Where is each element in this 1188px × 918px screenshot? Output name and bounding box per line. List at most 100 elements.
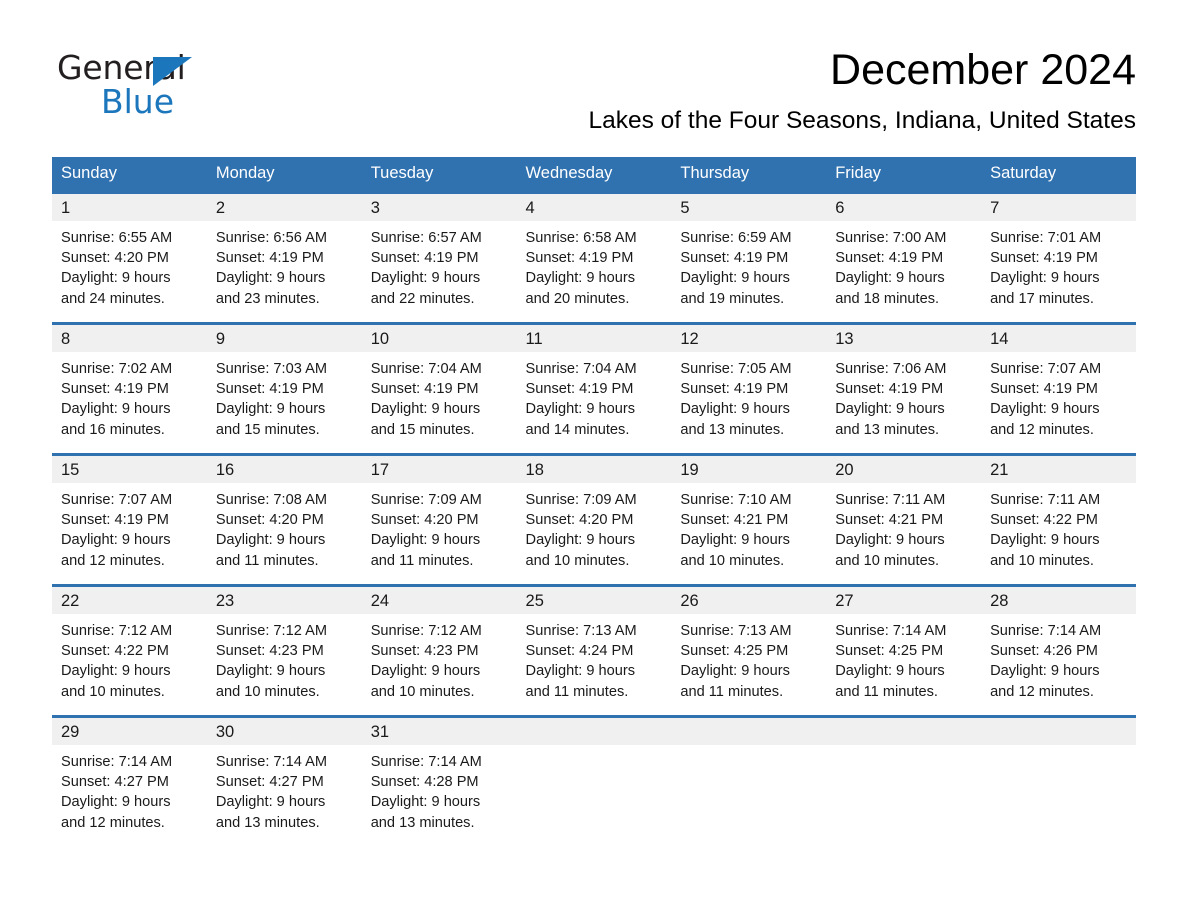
weekday-header-tuesday: Tuesday xyxy=(361,157,517,193)
calendar-cell[interactable]: 5 Sunrise: 6:59 AM Sunset: 4:19 PM Daylig… xyxy=(671,191,827,324)
calendar-page: General Blue December 2024 Lakes of the … xyxy=(0,0,1188,918)
calendar-cell[interactable]: 11 Sunrise: 7:04 AM Sunset: 4:19 PM Dayli… xyxy=(516,322,672,455)
day-number: 25 xyxy=(525,592,544,610)
day-sun-info: Sunrise: 7:14 AM Sunset: 4:27 PM Dayligh… xyxy=(215,754,327,831)
logo-line-1: General xyxy=(57,49,297,87)
day-sun-info: Sunrise: 7:09 AM Sunset: 4:20 PM Dayligh… xyxy=(370,492,482,569)
title-block: December 2024 Lakes of the Four Seasons,… xyxy=(316,44,1136,136)
calendar-cell[interactable]: 23 Sunrise: 7:12 AM Sunset: 4:23 PM Dayli… xyxy=(206,584,362,717)
calendar-cell-empty xyxy=(516,715,672,846)
calendar-cell[interactable]: 17 Sunrise: 7:09 AM Sunset: 4:20 PM Dayli… xyxy=(361,453,517,586)
calendar-week-row: 22 Sunrise: 7:12 AM Sunset: 4:22 PM Dayli… xyxy=(52,584,1136,717)
day-number: 4 xyxy=(525,199,535,217)
day-sun-info: Sunrise: 6:56 AM Sunset: 4:19 PM Dayligh… xyxy=(215,230,327,307)
day-number: 30 xyxy=(215,723,235,741)
day-number: 9 xyxy=(215,330,226,348)
calendar-cell-empty xyxy=(671,715,827,846)
calendar-cell[interactable]: 19 Sunrise: 7:10 AM Sunset: 4:21 PM Dayli… xyxy=(671,453,827,586)
calendar-cell[interactable]: 10 Sunrise: 7:04 AM Sunset: 4:19 PM Dayli… xyxy=(361,322,517,455)
day-sun-info: Sunrise: 7:11 AM Sunset: 4:22 PM Dayligh… xyxy=(990,492,1101,569)
calendar-cell[interactable]: 28 Sunrise: 7:14 AM Sunset: 4:26 PM Dayli… xyxy=(981,584,1136,717)
day-number: 15 xyxy=(61,461,80,479)
calendar-cell[interactable]: 24 Sunrise: 7:12 AM Sunset: 4:23 PM Dayli… xyxy=(361,584,517,717)
day-sun-info: Sunrise: 6:57 AM Sunset: 4:19 PM Dayligh… xyxy=(370,230,482,307)
calendar-cell[interactable]: 8 Sunrise: 7:02 AM Sunset: 4:19 PM Daylig… xyxy=(52,322,207,455)
weekday-header-wednesday: Wednesday xyxy=(516,157,672,193)
calendar-week-row: 8 Sunrise: 7:02 AM Sunset: 4:19 PM Daylig… xyxy=(52,322,1136,455)
day-number: 19 xyxy=(680,461,699,479)
logo-triangle-icon xyxy=(153,57,192,86)
calendar-cell[interactable]: 18 Sunrise: 7:09 AM Sunset: 4:20 PM Dayli… xyxy=(516,453,672,586)
page-header: General Blue December 2024 Lakes of the … xyxy=(0,0,1188,134)
day-number: 10 xyxy=(370,330,390,348)
day-sun-info: Sunrise: 7:05 AM Sunset: 4:19 PM Dayligh… xyxy=(680,361,792,438)
day-sun-info: Sunrise: 7:14 AM Sunset: 4:25 PM Dayligh… xyxy=(835,623,947,700)
day-number: 27 xyxy=(835,592,854,610)
calendar-cell[interactable]: 22 Sunrise: 7:12 AM Sunset: 4:22 PM Dayli… xyxy=(52,584,207,717)
weekday-header-sunday: Sunday xyxy=(52,157,207,193)
calendar-cell[interactable]: 26 Sunrise: 7:13 AM Sunset: 4:25 PM Dayli… xyxy=(671,584,827,717)
calendar-cell[interactable]: 25 Sunrise: 7:13 AM Sunset: 4:24 PM Dayli… xyxy=(516,584,672,717)
calendar-cell[interactable]: 21 Sunrise: 7:11 AM Sunset: 4:22 PM Dayli… xyxy=(981,453,1136,586)
day-number: 17 xyxy=(370,461,390,479)
calendar-cell[interactable]: 2 Sunrise: 6:56 AM Sunset: 4:19 PM Daylig… xyxy=(206,191,362,324)
day-number: 29 xyxy=(61,723,80,741)
calendar-cell[interactable]: 7 Sunrise: 7:01 AM Sunset: 4:19 PM Daylig… xyxy=(981,191,1136,324)
day-sun-info: Sunrise: 7:06 AM Sunset: 4:19 PM Dayligh… xyxy=(835,361,947,438)
calendar-cell[interactable]: 12 Sunrise: 7:05 AM Sunset: 4:19 PM Dayli… xyxy=(671,322,827,455)
day-number: 18 xyxy=(525,461,544,479)
calendar-cell-empty xyxy=(826,715,982,846)
day-number: 2 xyxy=(215,199,226,217)
day-sun-info: Sunrise: 7:14 AM Sunset: 4:27 PM Dayligh… xyxy=(61,754,173,831)
calendar-week-row: 15 Sunrise: 7:07 AM Sunset: 4:19 PM Dayli… xyxy=(52,453,1136,586)
day-number: 16 xyxy=(215,461,235,479)
day-number: 1 xyxy=(61,199,71,217)
weekday-header-saturday: Saturday xyxy=(981,157,1136,193)
day-sun-info: Sunrise: 7:11 AM Sunset: 4:21 PM Dayligh… xyxy=(835,492,946,569)
calendar-cell[interactable]: 15 Sunrise: 7:07 AM Sunset: 4:19 PM Dayli… xyxy=(52,453,207,586)
day-sun-info: Sunrise: 7:07 AM Sunset: 4:19 PM Dayligh… xyxy=(990,361,1102,438)
day-number: 6 xyxy=(835,199,845,217)
day-sun-info: Sunrise: 7:12 AM Sunset: 4:23 PM Dayligh… xyxy=(215,623,327,700)
calendar-cell[interactable]: 6 Sunrise: 7:00 AM Sunset: 4:19 PM Daylig… xyxy=(826,191,982,324)
calendar-cell[interactable]: 13 Sunrise: 7:06 AM Sunset: 4:19 PM Dayli… xyxy=(826,322,982,455)
day-number: 8 xyxy=(61,330,71,348)
day-sun-info: Sunrise: 7:01 AM Sunset: 4:19 PM Dayligh… xyxy=(990,230,1102,307)
calendar-cell[interactable]: 27 Sunrise: 7:14 AM Sunset: 4:25 PM Dayli… xyxy=(826,584,982,717)
calendar-cell[interactable]: 31 Sunrise: 7:14 AM Sunset: 4:28 PM Dayli… xyxy=(361,715,517,846)
calendar-body: 1 Sunrise: 6:55 AM Sunset: 4:20 PM Daylig… xyxy=(52,191,1136,846)
calendar-cell[interactable]: 30 Sunrise: 7:14 AM Sunset: 4:27 PM Dayli… xyxy=(206,715,362,846)
day-number: 7 xyxy=(990,199,1000,217)
day-number: 3 xyxy=(370,199,380,217)
calendar-cell[interactable]: 4 Sunrise: 6:58 AM Sunset: 4:19 PM Daylig… xyxy=(516,191,672,324)
calendar-cell[interactable]: 20 Sunrise: 7:11 AM Sunset: 4:21 PM Dayli… xyxy=(826,453,982,586)
day-sun-info: Sunrise: 7:08 AM Sunset: 4:20 PM Dayligh… xyxy=(215,492,327,569)
day-number: 13 xyxy=(835,330,854,348)
calendar-cell[interactable]: 14 Sunrise: 7:07 AM Sunset: 4:19 PM Dayli… xyxy=(981,322,1136,455)
day-sun-info: Sunrise: 7:03 AM Sunset: 4:19 PM Dayligh… xyxy=(215,361,327,438)
day-number: 12 xyxy=(680,330,699,348)
day-sun-info: Sunrise: 7:12 AM Sunset: 4:22 PM Dayligh… xyxy=(61,623,173,700)
day-sun-info: Sunrise: 7:10 AM Sunset: 4:21 PM Dayligh… xyxy=(680,492,792,569)
day-sun-info: Sunrise: 7:13 AM Sunset: 4:24 PM Dayligh… xyxy=(525,623,637,700)
weekday-header-monday: Monday xyxy=(206,157,362,193)
day-sun-info: Sunrise: 7:14 AM Sunset: 4:28 PM Dayligh… xyxy=(370,754,482,831)
calendar-table: Sunday Monday Tuesday Wednesday Thursday… xyxy=(52,157,1136,846)
calendar-cell[interactable]: 3 Sunrise: 6:57 AM Sunset: 4:19 PM Daylig… xyxy=(361,191,517,324)
day-sun-info: Sunrise: 7:09 AM Sunset: 4:20 PM Dayligh… xyxy=(525,492,637,569)
calendar-cell[interactable]: 29 Sunrise: 7:14 AM Sunset: 4:27 PM Dayli… xyxy=(52,715,207,846)
page-title: December 2024 xyxy=(830,46,1136,94)
calendar-cell[interactable]: 16 Sunrise: 7:08 AM Sunset: 4:20 PM Dayli… xyxy=(206,453,362,586)
calendar-cell[interactable]: 9 Sunrise: 7:03 AM Sunset: 4:19 PM Daylig… xyxy=(206,322,362,455)
day-sun-info: Sunrise: 6:59 AM Sunset: 4:19 PM Dayligh… xyxy=(680,230,792,307)
logo-text-blue: Blue xyxy=(101,82,175,121)
day-number: 22 xyxy=(61,592,80,610)
calendar-header-row: Sunday Monday Tuesday Wednesday Thursday… xyxy=(52,157,1136,193)
day-sun-info: Sunrise: 7:07 AM Sunset: 4:19 PM Dayligh… xyxy=(61,492,173,569)
day-number: 11 xyxy=(525,330,543,348)
day-number: 28 xyxy=(990,592,1009,610)
day-sun-info: Sunrise: 7:14 AM Sunset: 4:26 PM Dayligh… xyxy=(990,623,1102,700)
calendar-cell[interactable]: 1 Sunrise: 6:55 AM Sunset: 4:20 PM Daylig… xyxy=(52,191,207,324)
day-sun-info: Sunrise: 6:58 AM Sunset: 4:19 PM Dayligh… xyxy=(525,230,637,307)
day-number: 24 xyxy=(370,592,390,610)
